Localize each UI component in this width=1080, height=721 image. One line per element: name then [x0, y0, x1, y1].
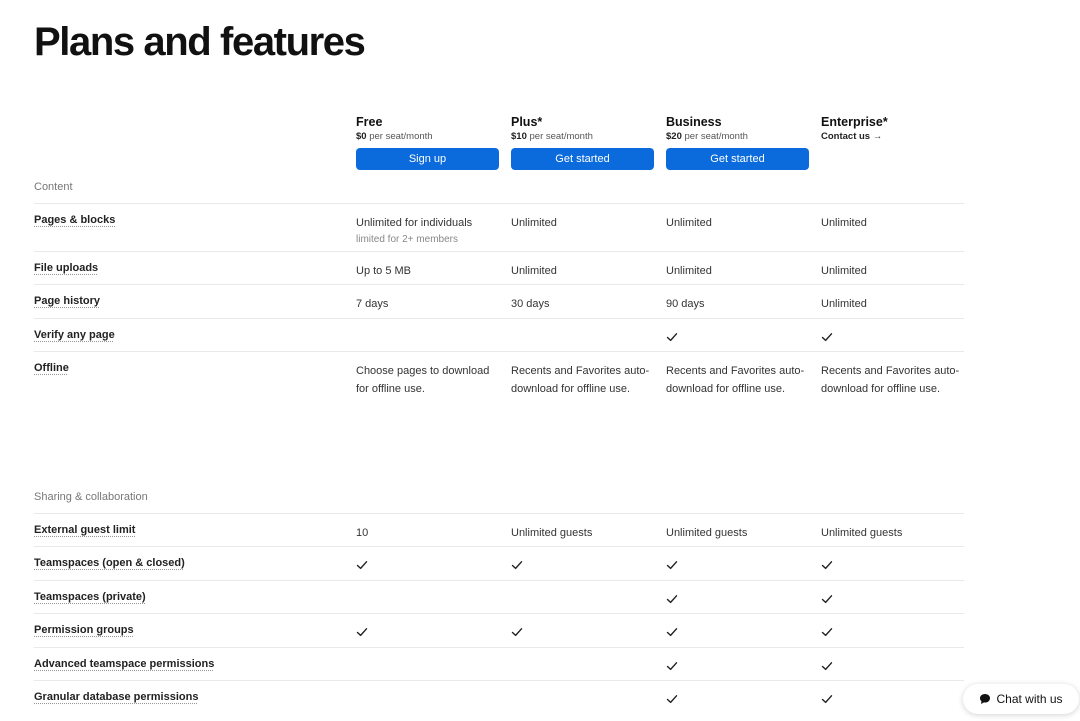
cell-business — [666, 626, 806, 644]
table-row: Pages & blocks Unlimited for individuals… — [34, 203, 964, 252]
check-icon — [821, 695, 833, 704]
table-row: Offline Choose pages to download for off… — [34, 351, 964, 512]
feature-label[interactable]: Offline — [34, 362, 69, 374]
cell-free: 7 days — [356, 298, 389, 310]
table-row: Advanced teamspace permissions — [34, 647, 964, 681]
cell-plus: Unlimited — [511, 217, 557, 229]
cell-business: Unlimited — [666, 265, 712, 277]
cell-plus — [511, 626, 651, 644]
table-row: Teamspaces (open & closed) — [34, 546, 964, 581]
cell-enterprise — [821, 559, 961, 577]
check-icon — [666, 662, 678, 671]
cell-free — [356, 559, 496, 577]
cell-business — [666, 331, 806, 349]
cell-business — [666, 593, 806, 611]
table-row: Granular database permissions — [34, 680, 964, 721]
feature-label[interactable]: Verify any page — [34, 329, 115, 341]
table-row: External guest limit 10 Unlimited guests… — [34, 513, 964, 547]
check-icon — [666, 628, 678, 637]
check-icon — [511, 561, 523, 570]
chat-with-us-button[interactable]: Chat with us — [963, 684, 1079, 714]
cell-plus: Recents and Favorites auto-download for … — [511, 365, 650, 395]
cell-business: Unlimited — [666, 217, 712, 229]
table-row: Teamspaces (private) — [34, 580, 964, 614]
cell-free: Unlimited for individuals limited for 2+ … — [356, 214, 496, 247]
page-title: Plans and features — [34, 20, 366, 64]
feature-label[interactable]: Pages & blocks — [34, 214, 115, 226]
cell-free: 10 — [356, 527, 369, 539]
plan-plus: Plus* $10 per seat/month Get started — [511, 115, 655, 170]
cell-business: Unlimited guests — [666, 527, 748, 539]
cell-business — [666, 559, 806, 577]
cell-free — [356, 626, 496, 644]
check-icon — [821, 333, 833, 342]
check-icon — [821, 561, 833, 570]
feature-label[interactable]: Advanced teamspace permissions — [34, 658, 214, 670]
cell-enterprise — [821, 593, 961, 611]
get-started-business-button[interactable]: Get started — [666, 148, 809, 170]
chat-bubble-icon — [980, 694, 991, 704]
contact-us-link[interactable]: Contact us → — [821, 130, 965, 143]
plan-name: Free — [356, 115, 383, 129]
section-label-content: Content — [34, 181, 73, 193]
feature-label[interactable]: Teamspaces (open & closed) — [34, 557, 185, 569]
plan-free: Free $0 per seat/month Sign up — [356, 115, 500, 170]
cell-subtext: limited for 2+ members — [356, 234, 458, 245]
cell-plus — [511, 559, 651, 577]
cell-enterprise — [821, 331, 961, 349]
feature-label[interactable]: Permission groups — [34, 624, 134, 636]
table-row: Page history 7 days 30 days 90 days Unli… — [34, 284, 964, 319]
feature-label[interactable]: File uploads — [34, 262, 98, 274]
cell-business — [666, 660, 806, 678]
cell-plus: Unlimited — [511, 265, 557, 277]
feature-label[interactable]: Teamspaces (private) — [34, 591, 146, 603]
section-label-sharing: Sharing & collaboration — [34, 491, 148, 503]
sign-up-button[interactable]: Sign up — [356, 148, 499, 170]
table-row: File uploads Up to 5 MB Unlimited Unlimi… — [34, 251, 964, 285]
cell-enterprise: Unlimited — [821, 298, 867, 310]
check-icon — [821, 662, 833, 671]
cell-enterprise — [821, 693, 961, 711]
cell-plus: 30 days — [511, 298, 550, 310]
table-row: Permission groups — [34, 613, 964, 648]
check-icon — [356, 561, 368, 570]
check-icon — [666, 333, 678, 342]
cell-enterprise: Recents and Favorites auto-download for … — [821, 365, 960, 395]
cell-enterprise — [821, 660, 961, 678]
check-icon — [666, 695, 678, 704]
cell-plus: Unlimited guests — [511, 527, 593, 539]
cell-business: 90 days — [666, 298, 705, 310]
check-icon — [821, 628, 833, 637]
table-row: Verify any page — [34, 318, 964, 352]
cell-enterprise: Unlimited — [821, 217, 867, 229]
check-icon — [666, 561, 678, 570]
cell-enterprise: Unlimited guests — [821, 527, 903, 539]
chat-label: Chat with us — [996, 692, 1063, 706]
cell-free: Choose pages to download for offline use… — [356, 365, 490, 395]
check-icon — [511, 628, 523, 637]
cell-free: Up to 5 MB — [356, 265, 412, 277]
plan-price: $10 per seat/month — [511, 131, 593, 142]
check-icon — [821, 595, 833, 604]
cell-enterprise — [821, 626, 961, 644]
feature-label[interactable]: External guest limit — [34, 524, 135, 536]
plan-enterprise: Enterprise* Contact us → — [821, 115, 965, 143]
cell-business: Recents and Favorites auto-download for … — [666, 365, 805, 395]
plan-price: $0 per seat/month — [356, 131, 433, 142]
feature-label[interactable]: Page history — [34, 295, 100, 307]
plan-business: Business $20 per seat/month Get started — [666, 115, 810, 170]
plan-name: Enterprise* — [821, 115, 888, 129]
plan-name: Business — [666, 115, 722, 129]
plan-price: $20 per seat/month — [666, 131, 748, 142]
cell-enterprise: Unlimited — [821, 265, 867, 277]
plan-name: Plus* — [511, 115, 543, 129]
feature-label[interactable]: Granular database permissions — [34, 691, 198, 703]
check-icon — [666, 595, 678, 604]
get-started-plus-button[interactable]: Get started — [511, 148, 654, 170]
check-icon — [356, 628, 368, 637]
cell-business — [666, 693, 806, 711]
